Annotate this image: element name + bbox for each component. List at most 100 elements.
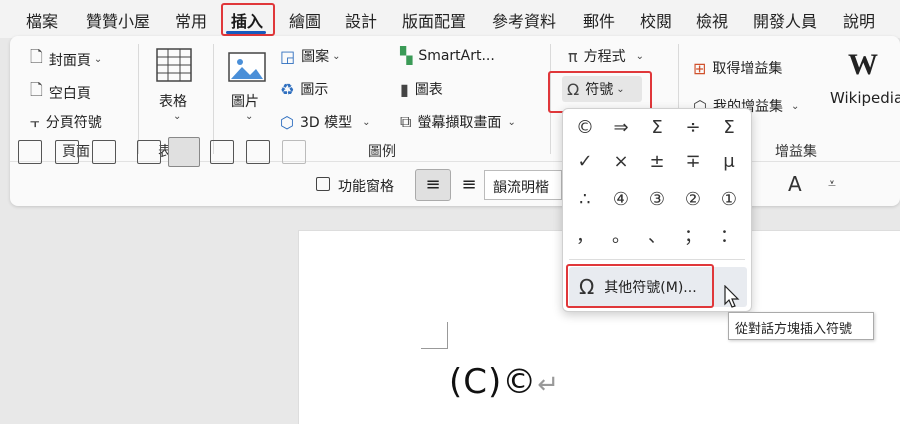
symbol-circled-3[interactable]: ③ bbox=[639, 185, 675, 215]
symbol-therefore[interactable]: ∴ bbox=[567, 185, 603, 215]
equation-button[interactable]: π 方程式 ⌄ bbox=[568, 46, 644, 66]
tab-help[interactable]: 說明 bbox=[843, 8, 875, 32]
chevron-down-icon: ⌄ bbox=[790, 100, 800, 112]
shapes-button[interactable]: ◲ 圖案 ⌄ bbox=[280, 46, 341, 66]
wikipedia-label[interactable]: Wikipedia bbox=[830, 89, 900, 107]
mouse-cursor-icon bbox=[724, 284, 740, 313]
tab-layout[interactable]: 版面配置 bbox=[402, 8, 466, 32]
outline-icon[interactable] bbox=[210, 140, 234, 164]
camera-icon: ⧉ bbox=[400, 112, 412, 131]
customize-icon[interactable]: ⩡ bbox=[828, 176, 836, 192]
font-name-value: 韻流明楷 bbox=[493, 180, 549, 196]
smartart-button[interactable]: ▚ SmartArt... bbox=[400, 46, 495, 65]
screenshot-button[interactable]: ⧉ 螢幕擷取畫面 ⌄ bbox=[400, 112, 516, 132]
align-left-button[interactable]: ≡ bbox=[415, 169, 451, 201]
3d-model-button[interactable]: ⬡ 3D 模型 ⌄ bbox=[280, 112, 371, 132]
highlight-insert-tab bbox=[221, 3, 275, 36]
tab-references[interactable]: 參考資料 bbox=[492, 8, 556, 32]
symbol-sigma[interactable]: Σ bbox=[639, 113, 675, 143]
shapes-icon: ◲ bbox=[280, 46, 296, 66]
icons-label: 圖示 bbox=[300, 82, 329, 98]
symbol-implies[interactable]: ⇒ bbox=[603, 113, 639, 143]
tab-custom[interactable]: 贊贊小屋 bbox=[86, 8, 150, 32]
tooltip: 從對話方塊插入符號 bbox=[728, 312, 874, 340]
chevron-down-icon: ⌄ bbox=[173, 111, 182, 122]
chevron-down-icon: ⌄ bbox=[245, 111, 254, 122]
smartart-icon: ▚ bbox=[400, 46, 413, 65]
shapes-label: 圖案 bbox=[301, 49, 330, 65]
chevron-down-icon: ⌄ bbox=[332, 50, 341, 62]
get-addins-button[interactable]: ⊞ 取得增益集 bbox=[693, 58, 782, 78]
text-effects-icon[interactable]: A bbox=[788, 172, 802, 196]
blank-page-label: 空白頁 bbox=[48, 85, 91, 102]
page-icon: 🗋 bbox=[30, 47, 43, 66]
margin-mark bbox=[447, 322, 448, 348]
quick-icon-3[interactable] bbox=[92, 140, 116, 164]
wikipedia-icon[interactable]: W bbox=[848, 48, 878, 82]
symbol-plus-minus[interactable]: ± bbox=[639, 147, 675, 177]
symbol-times[interactable]: × bbox=[603, 147, 639, 177]
tab-developer[interactable]: 開發人員 bbox=[753, 8, 817, 32]
cover-page-button[interactable]: 🗋 封面頁 ⌄ bbox=[30, 46, 102, 73]
tab-design[interactable]: 設計 bbox=[345, 8, 377, 32]
symbol-check[interactable]: ✓ bbox=[567, 147, 603, 177]
cube-icon: ⬡ bbox=[280, 112, 294, 132]
symbol-circled-4[interactable]: ④ bbox=[603, 185, 639, 215]
chart-button[interactable]: ▮ 圖表 bbox=[400, 79, 443, 99]
chevron-down-icon: ⌄ bbox=[362, 116, 371, 128]
get-addins-label: 取得增益集 bbox=[712, 61, 783, 77]
chevron-down-icon: ⌄ bbox=[93, 54, 103, 65]
document-text[interactable]: (C)©↵ bbox=[449, 362, 560, 402]
symbol-copyright[interactable]: © bbox=[567, 113, 603, 143]
align-center-button[interactable]: ≡ bbox=[455, 171, 483, 199]
return-mark-icon: ↵ bbox=[537, 370, 561, 400]
margin-mark bbox=[421, 348, 448, 349]
tab-view[interactable]: 檢視 bbox=[696, 8, 728, 32]
page-break-icon: ⫟ bbox=[30, 112, 40, 131]
quick-icon-1[interactable] bbox=[18, 140, 42, 164]
table-icon[interactable] bbox=[156, 48, 192, 86]
tab-file[interactable]: 檔案 bbox=[26, 8, 58, 32]
symbol-colon[interactable]: ： bbox=[711, 222, 747, 252]
highlight-more-symbols bbox=[566, 264, 714, 308]
tab-mailings[interactable]: 郵件 bbox=[583, 8, 615, 32]
tab-draw[interactable]: 繪圖 bbox=[289, 8, 321, 32]
page-break-button[interactable]: ⫟ 分頁符號 bbox=[30, 112, 102, 132]
picture-icon[interactable] bbox=[228, 52, 266, 86]
tooltip-text: 從對話方塊插入符號 bbox=[735, 322, 853, 337]
addins-group-label: 增益集 bbox=[775, 144, 817, 160]
pi-icon: π bbox=[568, 46, 578, 66]
draft-icon[interactable] bbox=[282, 140, 306, 164]
chart-label: 圖表 bbox=[414, 82, 443, 98]
highlight-symbol-button bbox=[548, 71, 652, 113]
symbol-period[interactable]: 。 bbox=[603, 222, 639, 252]
addins-grid-icon: ⊞ bbox=[693, 58, 707, 78]
group-divider bbox=[213, 44, 214, 154]
symbol-sigma-2[interactable]: Σ bbox=[711, 113, 747, 143]
tab-home[interactable]: 常用 bbox=[175, 8, 207, 32]
web-layout-icon[interactable] bbox=[246, 140, 270, 164]
function-pane-label: 功能窗格 bbox=[338, 179, 394, 195]
picture-button-label[interactable]: 圖片 bbox=[231, 91, 259, 111]
font-name-box[interactable]: 韻流明楷 bbox=[484, 170, 562, 200]
document-content: (C)© bbox=[449, 362, 538, 402]
symbol-circled-2[interactable]: ② bbox=[675, 185, 711, 215]
symbol-enumeration-comma[interactable]: 、 bbox=[639, 222, 675, 252]
page-view-icon[interactable] bbox=[137, 140, 161, 164]
symbol-comma[interactable]: ， bbox=[567, 222, 603, 252]
tab-review[interactable]: 校閱 bbox=[640, 8, 672, 32]
icons-icon: ♻ bbox=[280, 79, 295, 99]
function-pane-checkbox[interactable] bbox=[316, 177, 330, 191]
symbol-semicolon[interactable]: ； bbox=[675, 222, 711, 252]
screenshot-label: 螢幕擷取畫面 bbox=[417, 115, 502, 131]
quick-icon-2[interactable] bbox=[55, 140, 79, 164]
blank-page-button[interactable]: 🗋 空白頁 bbox=[30, 79, 91, 106]
menu-bar: 檔案 贊贊小屋 常用 插入 繪圖 設計 版面配置 參考資料 郵件 校閱 檢視 開… bbox=[0, 0, 900, 38]
symbol-circled-1[interactable]: ① bbox=[711, 185, 747, 215]
icons-button[interactable]: ♻ 圖示 bbox=[280, 79, 328, 99]
symbol-mu[interactable]: μ bbox=[711, 147, 747, 177]
symbol-divide[interactable]: ÷ bbox=[675, 113, 711, 143]
table-button-label[interactable]: 表格 bbox=[159, 91, 187, 111]
print-layout-icon[interactable] bbox=[168, 137, 200, 167]
symbol-minus-plus[interactable]: ∓ bbox=[675, 147, 711, 177]
